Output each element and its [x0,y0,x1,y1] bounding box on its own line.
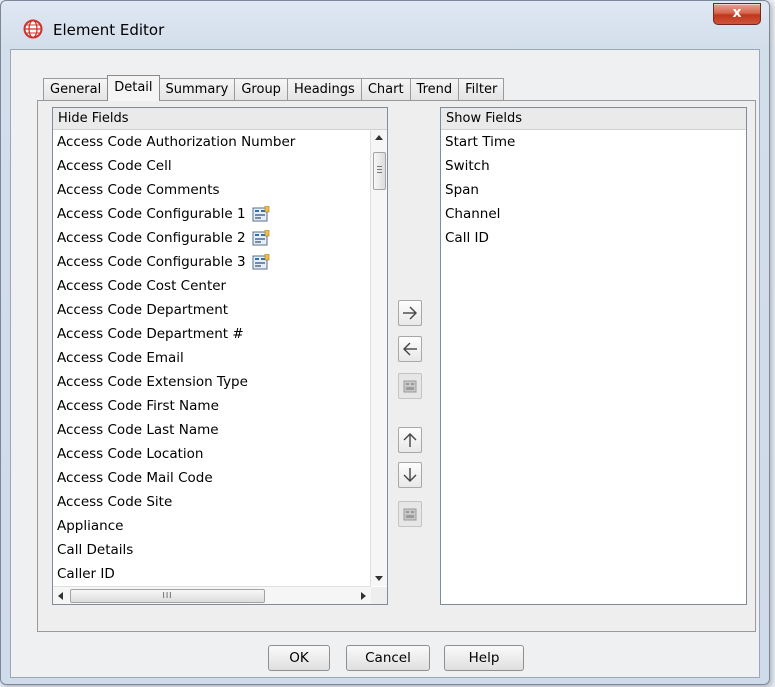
list-item-label: Access Code Last Name [57,422,219,438]
list-item-label: Caller ID [57,566,115,582]
tab-group[interactable]: Group [234,78,288,101]
vertical-scrollbar[interactable] [370,130,387,586]
list-item[interactable]: Access Code Department [53,298,371,322]
cancel-button[interactable]: Cancel [346,645,430,671]
configure-button-2[interactable] [398,501,422,527]
list-item[interactable]: Access Code Department # [53,322,371,346]
list-item[interactable]: Access Code Email [53,346,371,370]
move-down-button[interactable] [398,462,422,488]
horizontal-scrollbar[interactable]: III [53,586,371,604]
list-item[interactable]: Access Code Configurable 2 [53,226,371,250]
element-editor-window: Element Editor x General Detail Summary … [0,0,770,685]
list-item[interactable]: Access Code Cell [53,154,371,178]
list-item[interactable]: Access Code Site [53,490,371,514]
list-item-label: Access Code Configurable 1 [57,206,246,222]
list-item[interactable]: Access Code Cost Center [53,274,371,298]
configure-icon[interactable] [252,254,270,270]
list-item-label: Access Code Site [57,494,173,510]
configure-button[interactable] [398,373,422,399]
list-item[interactable]: Appliance [53,514,371,538]
scroll-up-icon[interactable] [375,135,383,140]
list-item-label: Access Code Location [57,446,204,462]
list-item-label: Access Code Authorization Number [57,134,296,150]
list-item-label: Access Code Department # [57,326,244,342]
hide-fields-list[interactable]: Hide Fields Access Code Authorization Nu… [52,107,388,605]
show-fields-header: Show Fields [441,108,746,130]
list-item-label: Appliance [57,518,124,534]
close-button[interactable]: x [713,3,761,25]
tab-strip: General Detail Summary Group Headings Ch… [43,75,505,101]
scroll-left-icon[interactable] [58,592,63,600]
list-item[interactable]: Access Code Configurable 3 [53,250,371,274]
configure-icon [403,508,417,521]
configure-icon[interactable] [252,206,270,222]
list-item-label: Access Code Cell [57,158,172,174]
list-item[interactable]: Span [441,178,746,202]
scroll-right-icon[interactable] [361,592,366,600]
help-button[interactable]: Help [444,645,524,671]
tab-detail[interactable]: Detail [107,75,160,101]
arrow-up-icon [403,433,417,447]
list-item[interactable]: Access Code Extension Type [53,370,371,394]
scroll-corner [371,587,387,604]
tab-trend[interactable]: Trend [409,78,460,101]
list-item[interactable]: Caller ID [53,562,371,586]
configure-icon[interactable] [252,230,270,246]
list-item[interactable]: Access Code Mail Code [53,466,371,490]
arrow-left-icon [403,342,417,356]
list-item-label: Access Code First Name [57,398,219,414]
list-item[interactable]: Access Code Configurable 1 [53,202,371,226]
hide-fields-header: Hide Fields [53,108,387,130]
list-item[interactable]: Channel [441,202,746,226]
list-item[interactable]: Call Details [53,538,371,562]
list-item-label: Access Code Email [57,350,184,366]
list-item-label: Access Code Department [57,302,229,318]
list-item[interactable]: Access Code Authorization Number [53,130,371,154]
dialog-body: General Detail Summary Group Headings Ch… [10,49,760,678]
arrow-right-icon [403,306,417,320]
tab-headings[interactable]: Headings [286,78,362,101]
title-bar[interactable]: Element Editor x [1,1,769,49]
list-item[interactable]: Access Code First Name [53,394,371,418]
tab-chart[interactable]: Chart [360,78,411,101]
show-fields-body[interactable]: Start Time Switch Span Channel Call ID [441,130,746,604]
scroll-down-icon[interactable] [375,576,383,581]
list-item[interactable]: Call ID [441,226,746,250]
list-item[interactable]: Access Code Location [53,442,371,466]
list-item-label: Access Code Configurable 2 [57,230,246,246]
ok-button[interactable]: OK [268,645,330,671]
list-item-label: Access Code Mail Code [57,470,213,486]
move-up-button[interactable] [398,427,422,453]
tab-filter[interactable]: Filter [458,78,505,101]
list-item-label: Access Code Extension Type [57,374,248,390]
vertical-scroll-thumb[interactable] [373,152,386,190]
detail-panel: Hide Fields Access Code Authorization Nu… [37,100,756,632]
move-right-button[interactable] [398,300,422,326]
tab-summary[interactable]: Summary [158,78,236,101]
hide-fields-body[interactable]: Access Code Authorization Number Access C… [53,130,371,586]
tab-general[interactable]: General [43,78,109,101]
horizontal-scroll-thumb[interactable]: III [70,589,265,603]
show-fields-list[interactable]: Show Fields Start Time Switch Span Channel C… [440,107,747,605]
list-item[interactable]: Start Time [441,130,746,154]
arrow-down-icon [403,468,417,482]
list-item-label: Access Code Cost Center [57,278,227,294]
window-title: Element Editor [53,21,165,39]
list-item[interactable]: Access Code Last Name [53,418,371,442]
list-item[interactable]: Switch [441,154,746,178]
list-item-label: Call Details [57,542,134,558]
list-item[interactable]: Access Code Comments [53,178,371,202]
app-globe-icon [23,19,43,39]
move-left-button[interactable] [398,336,422,362]
list-item-label: Access Code Configurable 3 [57,254,246,270]
configure-icon [403,380,417,393]
list-item-label: Access Code Comments [57,182,220,198]
